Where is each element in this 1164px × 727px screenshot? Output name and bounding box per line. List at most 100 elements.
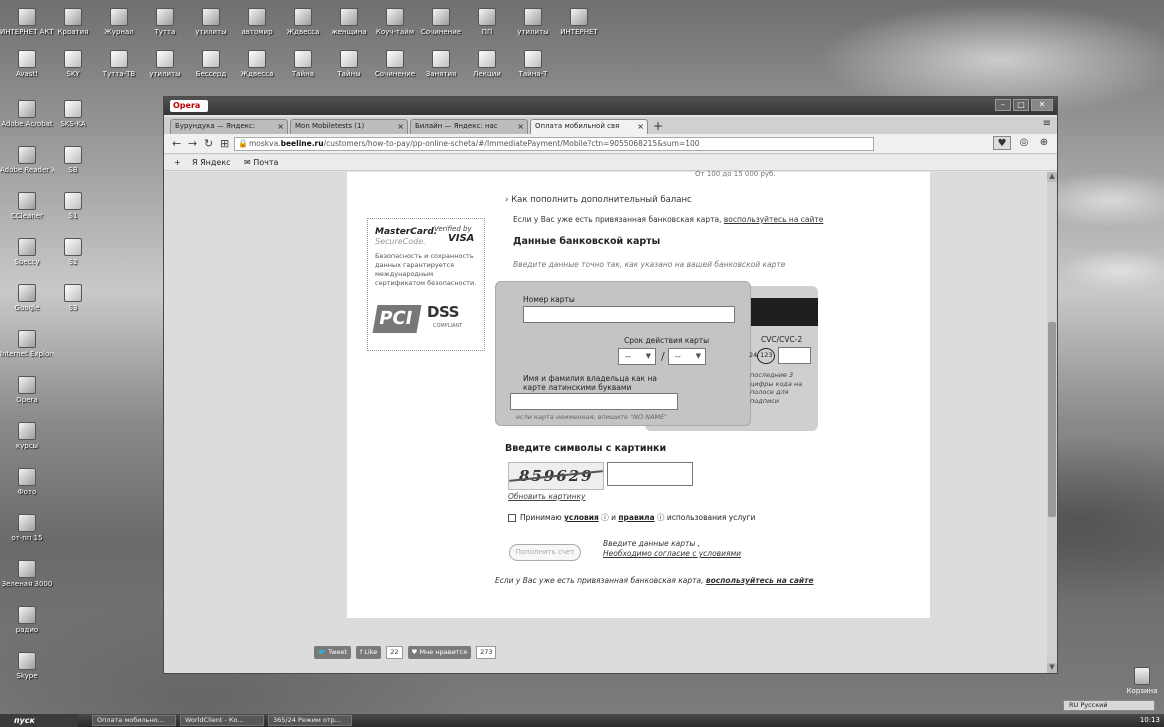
speed-dial-icon[interactable]: ⊞ xyxy=(220,137,229,150)
desktop-icon[interactable]: от-пп 15 xyxy=(0,514,54,542)
recycle-bin[interactable]: Корзина xyxy=(1126,667,1158,695)
desktop-icon[interactable]: Skype xyxy=(0,652,54,680)
document-icon xyxy=(110,50,128,68)
close-button[interactable]: ✕ xyxy=(1031,99,1053,111)
folder-icon xyxy=(294,8,312,26)
use-on-site-link[interactable]: воспользуйтесь на сайте xyxy=(724,215,824,224)
desktop-icon[interactable]: S1 xyxy=(46,192,100,220)
reload-icon[interactable]: ↻ xyxy=(204,137,213,150)
taskbar-item-365[interactable]: 365/24 Режим отр... xyxy=(268,715,352,726)
document-icon xyxy=(156,50,174,68)
tab-beeline-search[interactable]: Билайн — Яндекс: нас × xyxy=(410,119,528,134)
tab-mobiletests[interactable]: Mon Mobiletests (1) × xyxy=(290,119,408,134)
expiry-year-select[interactable]: -- ▼ xyxy=(668,348,706,365)
mastercard-logo: MasterCard. xyxy=(375,227,438,237)
folder-icon xyxy=(18,468,36,486)
tab-yandex-search[interactable]: Бурундука — Яндекс: × xyxy=(170,119,288,134)
verified-by-text: Verified by xyxy=(434,225,472,233)
tab-close-icon[interactable]: × xyxy=(637,120,644,133)
maximize-button[interactable]: □ xyxy=(1013,99,1029,111)
pci-text: PCI xyxy=(372,305,422,333)
bookmark-yandex[interactable]: Я Яндекс xyxy=(192,155,231,170)
taskbar-item-opera[interactable]: Оплата мобильно... xyxy=(92,715,176,726)
scroll-down-icon[interactable]: ▼ xyxy=(1047,663,1057,673)
tweet-button[interactable]: 🐦 Tweet xyxy=(314,646,351,659)
expiry-month-select[interactable]: -- ▼ xyxy=(618,348,656,365)
compliant-text: COMPLIANT xyxy=(433,323,463,329)
info-icon[interactable]: ⓘ xyxy=(655,513,665,522)
bookmark-label: Почта xyxy=(253,158,279,167)
desktop-icon[interactable]: S3 xyxy=(46,284,100,312)
desktop-icon[interactable]: Internet Explorer xyxy=(0,330,54,358)
folder-icon xyxy=(18,606,36,624)
document-icon xyxy=(340,50,358,68)
back-arrow-icon[interactable]: ← xyxy=(172,137,181,150)
vk-like-button[interactable]: ♥ Мне нравится xyxy=(407,646,472,659)
taskbar-item-worldclient[interactable]: WorldClient - Ко... xyxy=(180,715,264,726)
desktop-icon[interactable]: Зеленая 3000 xyxy=(0,560,54,588)
avast-icon xyxy=(18,50,36,68)
desktop-icon[interactable]: ИНТЕРНЕТ xyxy=(552,8,606,36)
start-button[interactable]: пуск xyxy=(0,714,78,727)
download-icon[interactable]: ⊕ xyxy=(1037,136,1051,150)
title-bar[interactable]: Opera – □ ✕ xyxy=(164,97,1057,115)
card-number-input[interactable] xyxy=(523,306,735,323)
url-input[interactable]: 🔒 moskva.beeline.ru/customers/how-to-pay/… xyxy=(234,137,874,151)
rules-link[interactable]: правила xyxy=(618,513,654,522)
language-bar[interactable]: RU Русский xyxy=(1063,700,1155,711)
extension-icon[interactable]: ◎ xyxy=(1017,136,1031,150)
pay-button[interactable]: Пополнить счет xyxy=(509,544,581,561)
cardholder-input[interactable] xyxy=(510,393,678,410)
additional-balance-link[interactable]: › Как пополнить дополнительный баланс xyxy=(505,195,692,205)
vertical-scrollbar[interactable]: ▲ ▼ xyxy=(1047,172,1057,673)
security-badges: MasterCard. SecureCode. Verified by VISA… xyxy=(367,218,485,351)
agree-text: Принимаю xyxy=(520,513,565,522)
minimize-button[interactable]: – xyxy=(995,99,1011,111)
tab-close-icon[interactable]: × xyxy=(397,120,404,133)
recycle-bin-label: Корзина xyxy=(1126,687,1158,695)
add-bookmark-icon[interactable]: + xyxy=(174,155,181,170)
agree-checkbox[interactable] xyxy=(508,514,516,522)
desktop-icon[interactable]: курсы xyxy=(0,422,54,450)
desktop-icon[interactable]: Тайна-Т xyxy=(506,50,560,78)
document-icon xyxy=(432,50,450,68)
url-domain: beeline.ru xyxy=(280,139,324,148)
new-tab-button[interactable]: + xyxy=(650,119,666,134)
desktop-icon[interactable]: Фото xyxy=(0,468,54,496)
tab-label: Билайн — Яндекс: нас xyxy=(415,122,498,130)
document-icon xyxy=(64,238,82,256)
forward-arrow-icon[interactable]: → xyxy=(188,137,197,150)
use-on-site-link[interactable]: воспользуйтесь на сайте xyxy=(706,576,814,585)
info-icon[interactable]: ⓘ xyxy=(599,513,609,522)
cvc-prefix: 24 xyxy=(749,351,758,359)
tab-close-icon[interactable]: × xyxy=(517,120,524,133)
desktop-icon-label: курсы xyxy=(15,442,39,450)
scroll-thumb[interactable] xyxy=(1048,322,1056,517)
like-label: Like xyxy=(364,648,378,656)
social-bar: 🐦 Tweet f Like 22 ♥ Мне нравится 273 xyxy=(314,646,497,659)
folder-icon xyxy=(340,8,358,26)
facebook-like-button[interactable]: f Like xyxy=(355,646,382,659)
globe-icon xyxy=(18,284,36,302)
desktop-icon[interactable]: радио xyxy=(0,606,54,634)
expiry-label: Срок действия карты xyxy=(624,336,710,345)
folder-icon xyxy=(478,8,496,26)
bookmark-mail[interactable]: ✉ Почта xyxy=(244,155,278,170)
desktop-icon[interactable]: S2 xyxy=(46,238,100,266)
tab-payment-active[interactable]: Оплата мобильной свя × xyxy=(530,119,648,134)
desktop-icon-label: ИНТЕРНЕТ xyxy=(560,28,598,36)
folder-icon xyxy=(64,100,82,118)
captcha-input[interactable] xyxy=(607,462,693,486)
desktop-icon[interactable]: SB xyxy=(46,146,100,174)
refresh-captcha-link[interactable]: Обновить картинку xyxy=(508,492,586,501)
desktop-icon[interactable]: SKS-KA xyxy=(46,100,100,128)
tab-menu-icon[interactable]: ≡ xyxy=(1043,118,1051,129)
desktop-icon[interactable]: Opera xyxy=(0,376,54,404)
ccleaner-icon xyxy=(18,192,36,210)
opera-menu-button[interactable]: Opera xyxy=(170,100,208,112)
terms-link[interactable]: условия xyxy=(564,513,599,522)
cvc-input[interactable] xyxy=(778,347,811,364)
bookmark-heart-icon[interactable]: ♥ xyxy=(993,136,1011,150)
scroll-up-icon[interactable]: ▲ xyxy=(1047,172,1057,182)
tab-close-icon[interactable]: × xyxy=(277,120,284,133)
